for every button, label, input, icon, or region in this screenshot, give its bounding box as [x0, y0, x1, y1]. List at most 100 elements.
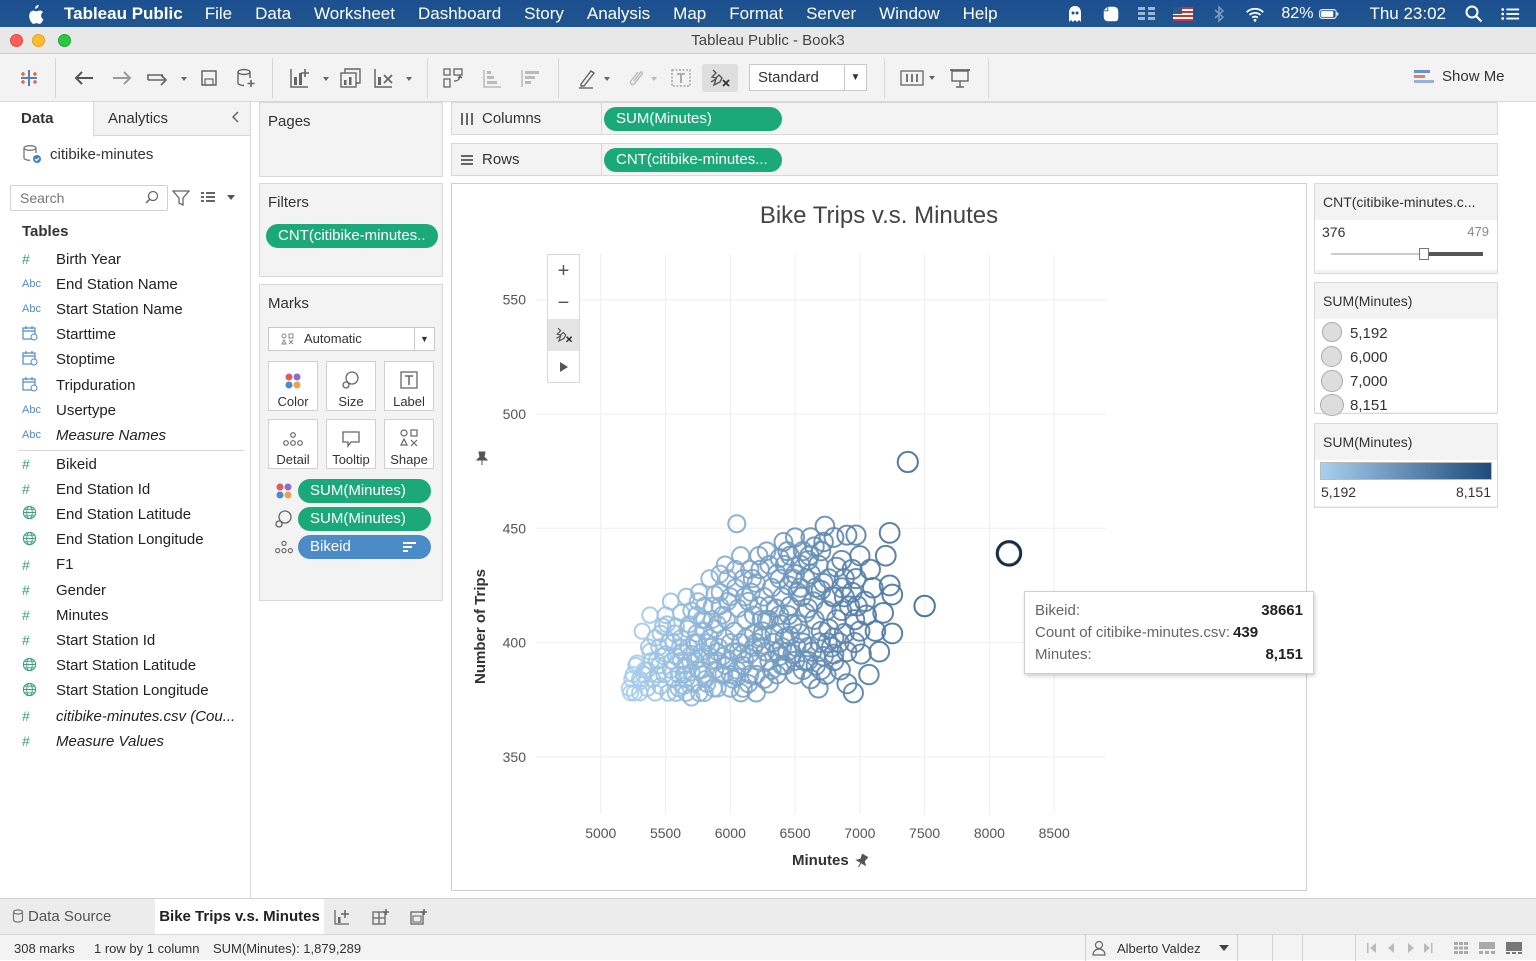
window-zoom-button[interactable]	[58, 34, 71, 47]
scatter-point[interactable]	[858, 663, 880, 686]
pin-icon[interactable]	[854, 853, 870, 869]
spotlight-search-icon[interactable]	[1464, 5, 1484, 23]
field-item[interactable]: Tripduration	[22, 374, 135, 396]
pages-card[interactable]: Pages	[259, 102, 443, 177]
menu-app-name[interactable]: Tableau Public	[64, 4, 183, 24]
fix-axes-icon[interactable]	[702, 64, 738, 92]
fit-dropdown[interactable]: Standard ▼	[749, 64, 867, 91]
scatter-point[interactable]	[641, 606, 659, 624]
collapse-pane-icon[interactable]	[230, 110, 240, 127]
new-worksheet-icon[interactable]	[333, 908, 353, 926]
sheet-tab-active[interactable]: Bike Trips v.s. Minutes	[155, 899, 324, 935]
apple-icon[interactable]	[24, 4, 46, 24]
size-legend-item[interactable]: 5,192	[1350, 325, 1388, 342]
menu-data[interactable]: Data	[255, 4, 291, 24]
sheet-navigation-icon[interactable]	[1366, 942, 1442, 954]
window-minimize-button[interactable]	[32, 34, 45, 47]
menu-clock[interactable]: Thu 23:02	[1369, 4, 1446, 24]
us-flag-icon[interactable]	[1173, 5, 1194, 23]
columns-pill[interactable]: SUM(Minutes)	[604, 107, 782, 131]
list-view-icon[interactable]	[200, 190, 240, 209]
detail-button[interactable]: Detail	[268, 419, 318, 469]
ghost-icon[interactable]	[1065, 5, 1085, 23]
scatter-point[interactable]	[850, 643, 872, 665]
new-story-icon[interactable]	[409, 908, 429, 926]
sort-ascending-icon[interactable]	[480, 64, 504, 92]
evernote-icon[interactable]	[1101, 5, 1121, 23]
field-item[interactable]: # Birth Year	[22, 248, 121, 270]
field-item[interactable]: # End Station Id	[22, 478, 150, 500]
show-mark-labels-icon[interactable]	[668, 64, 694, 92]
new-dashboard-icon[interactable]	[371, 908, 391, 926]
menu-format[interactable]: Format	[729, 4, 783, 24]
chevron-down-icon[interactable]	[1219, 945, 1229, 951]
filter-pill[interactable]: CNT(citibike-minutes..	[266, 224, 438, 248]
data-source-tab[interactable]: Data Source	[12, 899, 111, 935]
scatter-point[interactable]	[633, 622, 651, 640]
detail-pill[interactable]: Bikeid	[298, 535, 431, 559]
field-item[interactable]: # Minutes	[22, 604, 109, 626]
worksheet-view[interactable]: Bike Trips v.s. Minutes 5000 5500 6000 6500…	[451, 183, 1314, 891]
filter-icon[interactable]	[171, 190, 191, 209]
tab-data[interactable]: Data	[0, 102, 94, 137]
pin-icon[interactable]	[474, 450, 490, 466]
scatter-chart[interactable]: 5000 5500 6000 6500 7000 7500 8000 8500 350 400 45…	[452, 184, 1306, 890]
field-item[interactable]: End Station Latitude	[22, 503, 191, 525]
filter-range-slider[interactable]: 376 479	[1315, 220, 1497, 270]
status-user-name[interactable]: Alberto Valdez	[1117, 941, 1201, 956]
size-pill[interactable]: SUM(Minutes)	[298, 507, 431, 531]
data-source-item[interactable]: citibike-minutes	[22, 144, 153, 164]
sort-descending-icon[interactable]	[518, 64, 544, 92]
battery-icon[interactable]	[1319, 5, 1339, 23]
highlight-icon[interactable]	[574, 64, 614, 92]
zoom-in-button[interactable]: +	[548, 255, 579, 287]
columns-shelf[interactable]: Columns SUM(Minutes)	[451, 102, 1498, 135]
tabs-view-icon[interactable]	[1506, 942, 1522, 954]
wifi-icon[interactable]	[1245, 5, 1265, 23]
swap-rows-columns-icon[interactable]	[440, 64, 466, 92]
tab-analytics[interactable]: Analytics	[108, 102, 168, 136]
replay-animation-icon[interactable]	[144, 64, 190, 92]
menu-server[interactable]: Server	[806, 4, 856, 24]
field-item[interactable]: # F1	[22, 554, 74, 576]
presentation-mode-icon[interactable]	[946, 64, 974, 92]
filmstrip-view-icon[interactable]	[1479, 942, 1495, 954]
scatter-point[interactable]	[868, 640, 891, 663]
field-item[interactable]: End Station Longitude	[22, 529, 204, 551]
new-data-source-icon[interactable]	[234, 64, 258, 92]
mark-type-dropdown[interactable]: Automatic ▼	[268, 327, 435, 351]
field-item[interactable]: Abc End Station Name	[22, 273, 178, 295]
group-members-icon[interactable]	[621, 64, 661, 92]
size-legend-card[interactable]: SUM(Minutes) 5,192 6,000 7,000 8,151	[1314, 282, 1498, 416]
color-ramp[interactable]	[1320, 462, 1492, 480]
x-axis-title[interactable]: Minutes	[792, 852, 849, 869]
field-item[interactable]: Abc Start Station Name	[22, 298, 183, 320]
duplicate-sheet-icon[interactable]	[337, 64, 365, 92]
color-pill[interactable]: SUM(Minutes)	[298, 479, 431, 503]
menu-window[interactable]: Window	[879, 4, 939, 24]
search-icon[interactable]	[145, 190, 159, 207]
new-worksheet-icon[interactable]	[286, 64, 334, 92]
menu-file[interactable]: File	[205, 4, 232, 24]
grid-view-icon[interactable]	[1454, 942, 1468, 954]
highlighted-point[interactable]	[995, 540, 1023, 567]
filter-legend-card[interactable]: CNT(citibike-minutes.c... 376 479	[1314, 183, 1498, 274]
field-item[interactable]: # Bikeid	[22, 453, 97, 475]
field-item[interactable]: Start Station Latitude	[22, 655, 196, 677]
show-cards-icon[interactable]	[897, 64, 939, 92]
slider-thumb[interactable]	[1418, 248, 1429, 260]
field-item[interactable]: Start Station Longitude	[22, 680, 209, 702]
field-item[interactable]: Stoptime	[22, 349, 115, 371]
clear-sheet-icon[interactable]	[371, 64, 417, 92]
menu-map[interactable]: Map	[673, 4, 706, 24]
field-item[interactable]: # citibike-minutes.csv (Cou...	[22, 705, 235, 727]
menu-analysis[interactable]: Analysis	[587, 4, 650, 24]
zoom-out-button[interactable]: −	[548, 287, 579, 319]
expand-toolbar-button[interactable]	[548, 351, 579, 383]
window-close-button[interactable]	[10, 34, 23, 47]
menu-dashboard[interactable]: Dashboard	[418, 4, 501, 24]
color-legend-card[interactable]: SUM(Minutes) 5,192 8,151	[1314, 423, 1498, 508]
scatter-point[interactable]	[700, 569, 719, 588]
save-icon[interactable]	[197, 64, 221, 92]
field-item[interactable]: # Start Station Id	[22, 629, 155, 651]
